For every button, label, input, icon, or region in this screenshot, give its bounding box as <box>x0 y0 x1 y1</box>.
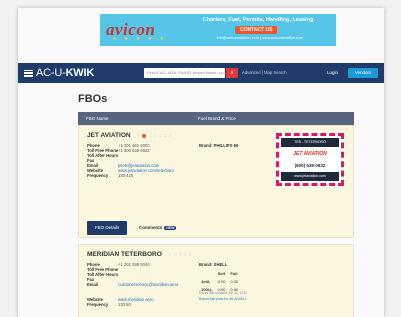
site-logo[interactable]: AC-U-KWIK <box>36 67 94 79</box>
advert-phone: (800) 538-0832 <box>294 163 326 168</box>
page-title: FBOs <box>78 93 108 105</box>
comments-badge: NEW <box>164 226 177 230</box>
star-rating[interactable]: ☆☆☆☆☆ <box>168 252 193 258</box>
search-icon: ⌕ <box>230 70 234 76</box>
fuel-brand: Brand: SHELL <box>199 262 228 267</box>
price-header: Full <box>230 271 238 276</box>
fbo-name[interactable]: MERIDIAN TETERBORO <box>87 251 162 258</box>
ad-banner[interactable]: avicon ★ ★ ★ ★ ★ Charters, Fuel, Permits… <box>100 14 336 46</box>
price-row: JetA 0.00 0.00 <box>201 279 239 284</box>
star-rating[interactable]: ☆☆☆☆☆ <box>148 133 173 139</box>
main-content: FBOs FBO Name Fuel Brand & Price JET AVI… <box>78 93 354 317</box>
field-value: +1 800 538 0832 <box>118 148 150 153</box>
page: avicon ★ ★ ★ ★ ★ Charters, Fuel, Permits… <box>18 8 384 317</box>
field-value: +1 201 288 5040 <box>118 262 150 267</box>
report-price-link[interactable]: Report fuel price for Jet-A/100LL <box>199 297 247 301</box>
vendors-button[interactable]: Vendors <box>348 68 378 78</box>
column-header-fuel: Fuel Brand & Price <box>198 116 236 121</box>
fbo-card: JET AVIATION ☆☆☆☆☆ Phone +1 201 462 4000… <box>78 125 354 238</box>
field-label: Frequency <box>87 302 109 307</box>
comments-link[interactable]: Comments NEW <box>139 225 177 230</box>
banner-stars: ★ ★ ★ ★ ★ <box>112 36 167 42</box>
advert-logo: JET AVIATION <box>293 151 327 157</box>
search-button[interactable]: ⌕ <box>226 68 238 78</box>
nav-search-links[interactable]: Advanced | Map Search <box>242 70 287 75</box>
search-input[interactable]: Find ICAO, IATA, FAA ID, Airport Name, o… <box>144 68 225 78</box>
fbo-name[interactable]: JET AVIATION <box>87 132 131 139</box>
advert-url: www.jetaviation.com <box>281 172 339 181</box>
email-link[interactable]: customerservice@meridian.aero <box>118 282 178 287</box>
fbo-advert[interactable]: TEB - TETERBORO JET AVIATION (800) 538-0… <box>276 133 344 186</box>
banner-contact-button[interactable]: CONTACT US <box>235 26 278 34</box>
price-update-note: Prices last updated Jun 30, 2015 <box>199 291 248 295</box>
price-header: Self <box>217 271 225 276</box>
top-navbar: AC-U-KWIK Find ICAO, IATA, FAA ID, Airpo… <box>18 63 384 83</box>
fuel-brand: Brand: PHILLIPS 66 <box>199 143 239 148</box>
table-header: FBO Name Fuel Brand & Price <box>78 112 354 125</box>
login-link[interactable]: Login <box>327 70 338 75</box>
fbo-details-button[interactable]: FBO Details <box>87 221 127 235</box>
fbo-logo-dot-icon <box>142 134 146 138</box>
banner-tagline: Charters, Fuel, Permits, Handling, Leasi… <box>202 17 314 23</box>
field-label: Frequency <box>87 173 109 178</box>
banner-urls: info@aviconaviation.com | www.aviconavia… <box>216 36 304 40</box>
field-value: 130.425 <box>118 173 134 178</box>
column-header-fbo-name: FBO Name <box>86 116 109 121</box>
field-label: Email <box>87 282 99 287</box>
hamburger-menu-icon[interactable] <box>24 69 33 77</box>
fbo-card: MERIDIAN TETERBORO ☆☆☆☆☆ Phone +1 201 28… <box>78 244 354 317</box>
price-header <box>201 271 216 277</box>
advert-airport: TEB - TETERBORO <box>281 138 339 147</box>
field-value: 130.50 <box>118 302 131 307</box>
